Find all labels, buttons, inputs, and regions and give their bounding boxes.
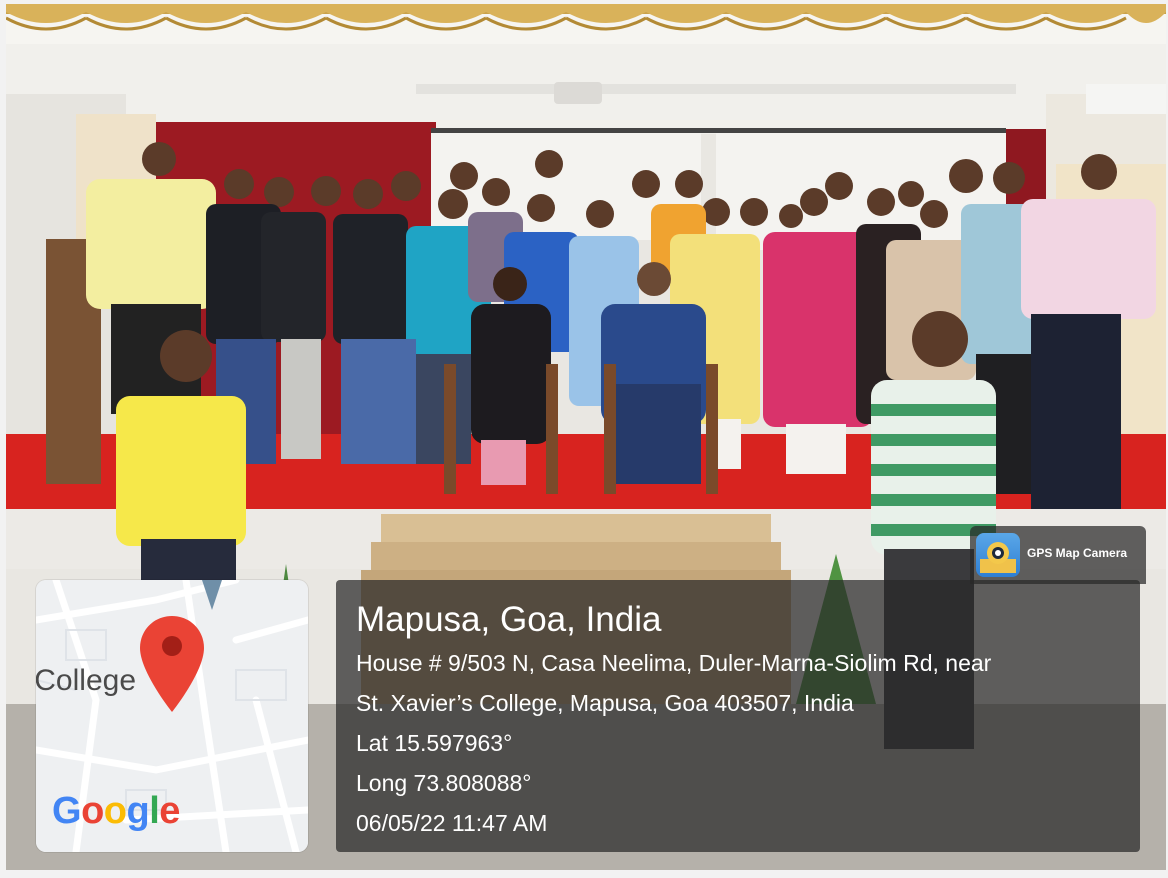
location-title: Mapusa, Goa, India <box>356 600 662 639</box>
map-thumbnail: College Google <box>36 580 308 852</box>
datetime-text: 06/05/22 11:47 AM <box>356 810 548 836</box>
address-line-2: St. Xavier’s College, Mapusa, Goa 403507… <box>356 690 854 716</box>
gps-map-camera-label: GPS Map Camera <box>1027 546 1128 560</box>
gps-map-camera-badge: GPS Map Camera <box>970 526 1146 584</box>
gps-camera-app-icon <box>976 533 1020 577</box>
address-line-1: House # 9/503 N, Casa Neelima, Duler-Mar… <box>356 650 992 676</box>
map-place-label: College <box>36 664 136 697</box>
longitude-text: Long 73.808088° <box>356 770 532 796</box>
google-logo: Google <box>52 790 180 832</box>
latitude-text: Lat 15.597963° <box>356 730 513 756</box>
location-info-panel: Mapusa, Goa, India House # 9/503 N, Casa… <box>336 580 1140 852</box>
